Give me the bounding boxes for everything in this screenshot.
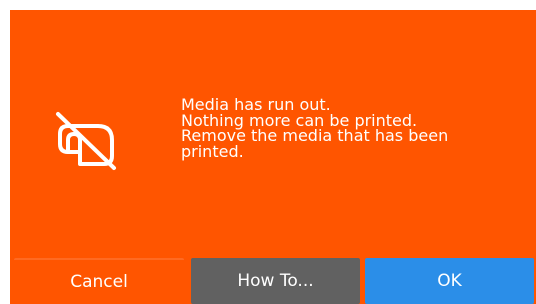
- media-out-screen: Media has run out. Nothing more can be p…: [10, 10, 536, 304]
- media-out-icon: [50, 106, 124, 172]
- how-to-button[interactable]: How To...: [191, 258, 360, 304]
- message-line-4: printed.: [181, 141, 244, 161]
- message-area: Media has run out. Nothing more can be p…: [10, 10, 536, 250]
- message-text: Media has run out. Nothing more can be p…: [181, 97, 521, 159]
- ok-button[interactable]: OK: [365, 258, 534, 304]
- button-bar: Cancel How To... OK: [10, 258, 536, 304]
- cancel-button[interactable]: Cancel: [14, 258, 184, 304]
